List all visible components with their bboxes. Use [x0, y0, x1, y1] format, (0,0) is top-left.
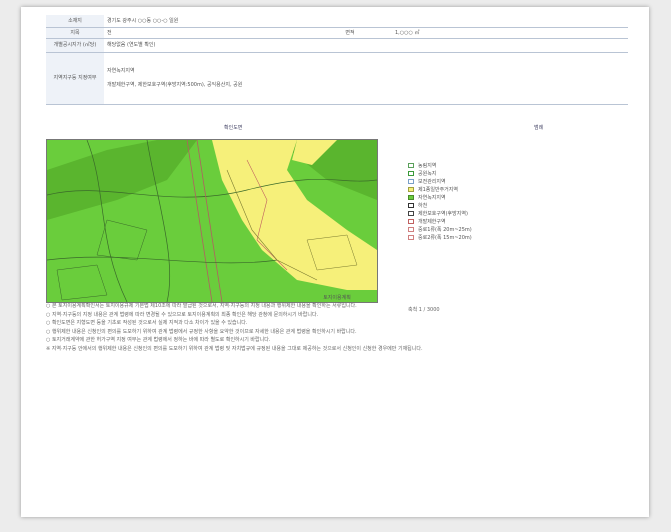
info-label: 소재지: [46, 15, 104, 28]
legend-item: 보전관리지역: [408, 177, 618, 185]
legend-swatch: [408, 170, 414, 176]
legend-title: 범례: [534, 125, 544, 131]
notes-section: ○ 본 토지이용계획확인서는 토지이용규제 기본법 제10조에 따라 발급된 것…: [46, 303, 628, 355]
info-row-address: 소재지 경기도 광주시 ○○동 ○○-○ 일원: [46, 15, 629, 28]
info-value: 자연녹지지역 개발제한구역, 제한보호구역(후방지역:500m), 공익용산지,…: [104, 52, 629, 105]
legend-item: 하천: [408, 201, 618, 209]
info-table: 소재지 경기도 광주시 ○○동 ○○-○ 일원 지목 전 면적 1,○○○ ㎡ …: [46, 15, 629, 105]
legend-item: 제1종일반주거지역: [408, 185, 618, 193]
document-page: 소재지 경기도 광주시 ○○동 ○○-○ 일원 지목 전 면적 1,○○○ ㎡ …: [21, 7, 649, 517]
legend-label: 개발제한구역: [418, 218, 446, 225]
info-label: 지역지구등 지정여부: [46, 52, 104, 105]
zoning-map-image: [47, 140, 377, 302]
land-use-document: 소재지 경기도 광주시 ○○동 ○○-○ 일원 지목 전 면적 1,○○○ ㎡ …: [46, 15, 629, 105]
legend-swatch: [408, 218, 414, 224]
legend-swatch: [408, 210, 414, 216]
legend-label: 보전관리지역: [418, 178, 446, 185]
legend-swatch: [408, 202, 414, 208]
info-label: 개별공시지가 (㎡당): [46, 38, 104, 53]
zoning-map: [46, 139, 378, 303]
legend-label: 제한보호구역(후방지역): [418, 210, 468, 217]
legend-label: 중로1류(폭 20m~25m): [418, 226, 472, 233]
legend-label: 농림지역: [418, 162, 437, 169]
info-row-price: 개별공시지가 (㎡당) 해당없음 (연도별 확인): [46, 38, 629, 53]
zoning-line-1: 자연녹지지역: [107, 68, 135, 74]
note-paragraph: ○ 지역·지구등의 지정 내용은 관계 법령에 따라 변경될 수 있으므로 토지…: [46, 311, 319, 318]
info-label: 지목: [46, 27, 104, 39]
legend-item: 공원녹지: [408, 169, 618, 177]
info-row-category: 지목 전 면적 1,○○○ ㎡: [46, 27, 629, 39]
figure-caption: 토지이용계획: [323, 295, 351, 301]
info-row-zoning: 지역지구등 지정여부 자연녹지지역 개발제한구역, 제한보호구역(후방지역:50…: [46, 52, 629, 105]
info-value: 전: [104, 27, 308, 39]
note-paragraph: ○ 본 토지이용계획확인서는 토지이용규제 기본법 제10조에 따라 발급된 것…: [46, 303, 357, 309]
zoning-line-2: 개발제한구역, 제한보호구역(후방지역:500m), 공익용산지, 공원: [107, 82, 243, 88]
map-legend: 농림지역 공원녹지 보전관리지역 제1종일반주거지역 자연녹지지역 하천 제한보…: [408, 161, 618, 313]
legend-swatch: [408, 186, 414, 192]
info-value: 경기도 광주시 ○○동 ○○-○ 일원: [104, 15, 629, 28]
legend-item: 제한보호구역(후방지역): [408, 209, 618, 217]
legend-item: 중로1류(폭 20m~25m): [408, 225, 618, 233]
legend-swatch: [408, 178, 414, 184]
info-label: 면적: [308, 27, 392, 39]
legend-label: 자연녹지지역: [418, 194, 446, 201]
map-section: 농림지역 공원녹지 보전관리지역 제1종일반주거지역 자연녹지지역 하천 제한보…: [46, 131, 628, 313]
legend-item: 개발제한구역: [408, 217, 618, 225]
info-value: 해당없음 (연도별 확인): [104, 38, 629, 53]
legend-label: 중로2류(폭 15m~20m): [418, 234, 472, 241]
note-paragraph: ※ 지역·지구등 안에서의 행위제한 내용은 신청인의 편의를 도모하기 위하여…: [46, 345, 423, 352]
legend-swatch: [408, 162, 414, 168]
legend-swatch: [408, 234, 414, 240]
legend-label: 공원녹지: [418, 170, 437, 177]
note-paragraph: ○ 확인도면은 지형도면 등을 기초로 작성된 것으로서 실제 지적과 다소 차…: [46, 320, 248, 327]
note-paragraph: ○ 행위제한 내용은 신청인의 편의를 도모하기 위하여 관계 법령에서 규정한…: [46, 328, 357, 335]
legend-label: 하천: [418, 202, 428, 209]
legend-item: 농림지역: [408, 161, 618, 169]
legend-item: 자연녹지지역: [408, 193, 618, 201]
info-value: 1,○○○ ㎡: [392, 27, 629, 39]
legend-swatch: [408, 226, 414, 232]
map-title: 확인도면: [224, 125, 243, 131]
note-paragraph: ○ 토지거래계약에 관한 허가구역 지정 여부는 관계 법령에서 정하는 바에 …: [46, 337, 271, 344]
legend-swatch: [408, 194, 414, 200]
legend-label: 제1종일반주거지역: [418, 186, 458, 193]
legend-item: 중로2류(폭 15m~20m): [408, 233, 618, 241]
